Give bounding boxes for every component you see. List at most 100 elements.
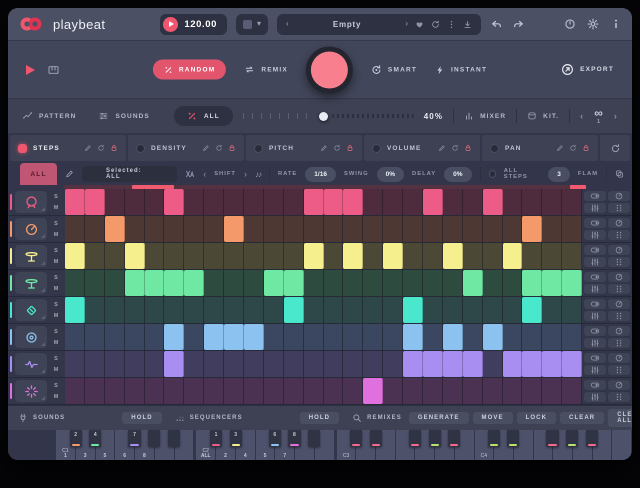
step-cell[interactable] [324, 351, 344, 377]
step-cell[interactable] [184, 189, 204, 215]
track-3-sample-button[interactable] [15, 245, 47, 267]
step-cell[interactable] [204, 216, 224, 242]
piano-white-key[interactable] [612, 430, 631, 460]
track-toggle-button[interactable] [584, 326, 606, 336]
step-cell[interactable] [522, 243, 542, 269]
step-cell[interactable] [284, 324, 304, 350]
track-knob-button[interactable] [608, 353, 630, 363]
pattern-selector[interactable]: ∞ 1 [594, 107, 604, 126]
step-cell[interactable] [463, 351, 483, 377]
step-cell[interactable] [463, 216, 483, 242]
note-repeat-icon[interactable]: ♪♪ [255, 170, 261, 179]
lock-button[interactable]: LOCK [517, 412, 556, 424]
step-cell[interactable] [423, 243, 443, 269]
step-cell[interactable] [503, 324, 523, 350]
step-cell[interactable] [105, 270, 125, 296]
step-cell[interactable] [363, 378, 383, 404]
next-pattern-button[interactable]: › [614, 112, 618, 121]
step-cell[interactable] [443, 351, 463, 377]
step-cell[interactable] [503, 216, 523, 242]
step-cell[interactable] [164, 189, 184, 215]
step-cell[interactable] [562, 243, 582, 269]
step-cell[interactable] [105, 243, 125, 269]
step-cell[interactable] [403, 189, 423, 215]
step-cell[interactable] [483, 297, 503, 323]
slider-thumb[interactable] [319, 112, 328, 121]
track-drag-handle[interactable] [608, 311, 630, 321]
step-cell[interactable] [363, 243, 383, 269]
step-cell[interactable] [363, 297, 383, 323]
undo-icon[interactable] [490, 19, 503, 30]
step-cell[interactable] [343, 243, 363, 269]
param-tab-pan[interactable]: PAN [482, 135, 598, 161]
step-cell[interactable] [125, 297, 145, 323]
step-cell[interactable] [264, 270, 284, 296]
piano-black-key[interactable] [409, 430, 421, 447]
prev-pattern-button[interactable]: ‹ [580, 112, 584, 121]
step-cell[interactable] [244, 270, 264, 296]
step-cell[interactable] [483, 189, 503, 215]
param-tab-steps[interactable]: STEPS [10, 135, 126, 161]
step-cell[interactable] [304, 351, 324, 377]
play-icon[interactable] [163, 17, 178, 32]
shift-left-button[interactable]: ‹ [203, 170, 206, 179]
step-cell[interactable] [125, 270, 145, 296]
step-cell[interactable] [224, 216, 244, 242]
track-drag-handle[interactable] [608, 230, 630, 240]
step-cell[interactable] [85, 216, 105, 242]
step-cell[interactable] [483, 351, 503, 377]
step-cell[interactable] [184, 297, 204, 323]
step-cell[interactable] [562, 324, 582, 350]
step-cell[interactable] [324, 216, 344, 242]
all-steps-value[interactable]: 3 [548, 167, 570, 182]
select-all-tab[interactable]: ALL [20, 163, 57, 185]
step-cell[interactable] [363, 270, 383, 296]
step-cell[interactable] [85, 351, 105, 377]
info-icon[interactable] [610, 18, 622, 30]
instant-button[interactable]: INSTANT [435, 64, 487, 75]
step-cell[interactable] [85, 297, 105, 323]
step-cell[interactable] [423, 324, 443, 350]
piano-black-key[interactable]: 1 [210, 430, 222, 447]
step-cell[interactable] [403, 297, 423, 323]
step-cell[interactable] [423, 378, 443, 404]
step-cell[interactable] [542, 378, 562, 404]
step-cell[interactable] [164, 378, 184, 404]
step-cell[interactable] [343, 324, 363, 350]
step-cell[interactable] [164, 216, 184, 242]
invert-selection-icon[interactable] [185, 169, 195, 179]
track-knob-button[interactable] [608, 299, 630, 309]
step-cell[interactable] [363, 351, 383, 377]
play-button[interactable] [26, 65, 35, 75]
track-drag-handle[interactable] [608, 284, 630, 294]
step-cell[interactable] [383, 351, 403, 377]
track-sliders-button[interactable] [584, 203, 606, 213]
mute-button[interactable]: M [49, 257, 63, 266]
clear-all-button[interactable]: CLEAR ALL [608, 409, 632, 427]
step-cell[interactable] [224, 297, 244, 323]
piano-black-key[interactable] [566, 430, 578, 447]
step-cell[interactable] [443, 189, 463, 215]
step-cell[interactable] [164, 270, 184, 296]
param-tab-density[interactable]: DENSITY [128, 135, 244, 161]
step-cell[interactable] [383, 324, 403, 350]
sequencers-section-button[interactable]: SEQUENCERS [175, 414, 243, 423]
step-cell[interactable] [145, 324, 165, 350]
step-cell[interactable] [244, 243, 264, 269]
step-cell[interactable] [145, 216, 165, 242]
step-cell[interactable] [542, 189, 562, 215]
track-sliders-button[interactable] [584, 230, 606, 240]
step-cell[interactable] [324, 378, 344, 404]
step-cell[interactable] [443, 378, 463, 404]
step-cell[interactable] [85, 189, 105, 215]
step-cell[interactable] [105, 297, 125, 323]
step-cell[interactable] [284, 189, 304, 215]
step-cell[interactable] [403, 243, 423, 269]
step-cell[interactable] [125, 351, 145, 377]
step-cell[interactable] [463, 378, 483, 404]
step-cell[interactable] [522, 189, 542, 215]
step-cell[interactable] [264, 297, 284, 323]
step-cell[interactable] [204, 297, 224, 323]
flam-label[interactable]: FLAM [578, 171, 598, 177]
step-cell[interactable] [423, 351, 443, 377]
